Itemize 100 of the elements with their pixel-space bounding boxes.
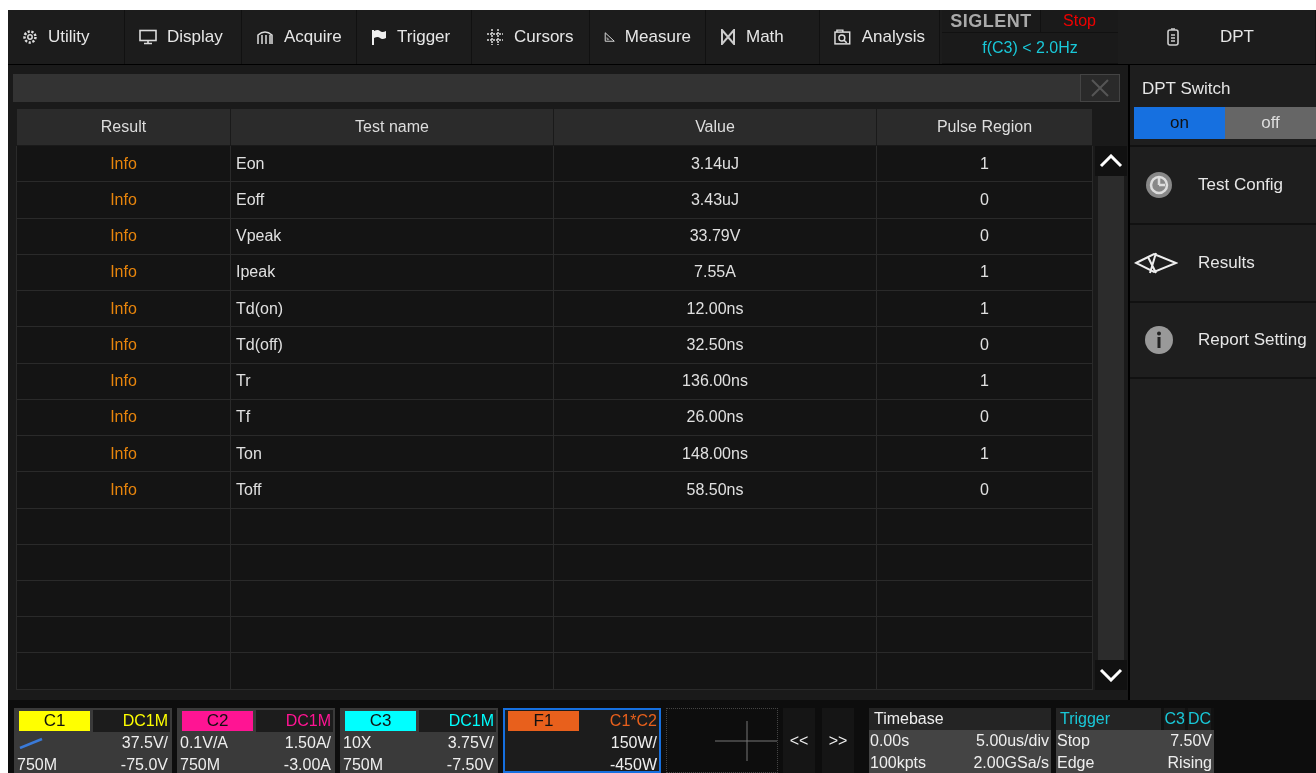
flag-icon (371, 28, 387, 45)
menu-item[interactable]: Report Setting (1130, 300, 1316, 379)
scroll-up-button[interactable] (1095, 145, 1127, 176)
channel-tag: C1 (19, 711, 90, 732)
table-cell: 33.79V (553, 218, 877, 255)
coupling-label: DC1M (93, 710, 170, 733)
table-cell: 0 (876, 326, 1093, 364)
brand-logo: SIGLENT (942, 10, 1040, 32)
chevron-down-icon (1099, 667, 1123, 682)
table-cell: 7.55A (553, 254, 877, 291)
table-cell: 1 (876, 254, 1093, 291)
table-cell: Tf (230, 399, 554, 436)
trigger-value: 7.50V (1169, 731, 1213, 752)
timebase-value: 2.00GSa/s (972, 753, 1050, 773)
switch-option[interactable]: on (1134, 106, 1225, 139)
trigger-value: Rising (1166, 753, 1213, 773)
nav-button[interactable]: >> (822, 708, 854, 773)
column-header: Result (16, 108, 231, 146)
table-cell: 1 (876, 363, 1093, 400)
timebase-value: 100kpts (869, 753, 928, 773)
table-cell: 136.00ns (553, 363, 877, 400)
probe-icon (18, 737, 44, 750)
timebase-value: 0.00s (869, 731, 911, 752)
table-cell: 12.00ns (553, 290, 877, 327)
channel-tag: F1 (508, 711, 579, 732)
offset-label: -7.50V (445, 755, 495, 773)
coupling-label: DC1M (419, 710, 496, 733)
grid-icon (486, 28, 504, 45)
result-cell: Info (16, 399, 231, 436)
close-icon (1090, 77, 1110, 98)
column-header: Test name (230, 108, 554, 146)
table-cell: 3.43uJ (553, 181, 877, 219)
info-icon (1144, 324, 1174, 355)
channel-panel[interactable]: C2 DC1M 0.1V/A 1.50A/ 750M -3.00A (177, 708, 335, 773)
result-cell: Info (16, 181, 231, 219)
table-cell: 0 (876, 471, 1093, 508)
offset-label: -450W (608, 755, 658, 773)
crosshair-icon (715, 720, 777, 761)
pillars-icon (256, 28, 274, 45)
probe-label: 0.1V/A (179, 733, 230, 754)
switch-label: DPT Switch (1141, 77, 1232, 100)
table-cell: 0 (876, 181, 1093, 219)
result-cell: Info (16, 254, 231, 291)
trigger-source: C3 (1164, 708, 1185, 731)
table-cell: 148.00ns (553, 435, 877, 472)
trigger-coupling: DC (1187, 708, 1211, 731)
nav-button[interactable]: << (783, 708, 815, 773)
scroll-down-button[interactable] (1095, 659, 1127, 690)
channel-panel[interactable]: C3 DC1M 10X 3.75V/ 750M -7.50V (340, 708, 498, 773)
trigger-title: Trigger (1056, 708, 1162, 731)
trigger-value: Edge (1056, 753, 1096, 773)
table-cell: 58.50ns (553, 471, 877, 508)
table-cell: Td(off) (230, 326, 554, 364)
result-cell: Info (16, 290, 231, 327)
table-cell: Eoff (230, 181, 554, 219)
table-cell: 32.50ns (553, 326, 877, 364)
channel-tag: C3 (345, 711, 416, 732)
table-cell: Tr (230, 363, 554, 400)
bandwidth-label: 750M (179, 755, 222, 773)
trigger-info: f(C3) < 2.0Hz (942, 33, 1118, 63)
bandwidth-label: 750M (16, 755, 59, 773)
settings-icon (22, 28, 38, 45)
triangles-icon (1134, 250, 1178, 275)
result-cell: Info (16, 471, 231, 508)
channel-panel[interactable]: C1 DC1M 37.5V/ 750M -75.0V (14, 708, 172, 773)
coupling-label: DC1M (256, 710, 333, 733)
timebase-value: 5.00us/div (975, 731, 1050, 752)
bandwidth-label: 750M (342, 755, 385, 773)
scale-label: 37.5V/ (120, 733, 169, 754)
trigger-panel[interactable]: Trigger C3 DC Stop 7.50V Edge Rising (1056, 708, 1214, 773)
chevron-up-icon (1099, 153, 1123, 168)
offset-label: -75.0V (119, 755, 169, 773)
scale-label: 1.50A/ (283, 733, 332, 754)
channel-tag: C2 (182, 711, 253, 732)
timebase-panel[interactable]: Timebase 0.00s 5.00us/div 100kpts 2.00GSa/s (869, 708, 1051, 773)
channel-panel[interactable]: F1 C1*C2 150W/ -450W (503, 708, 661, 773)
trigger-value: Stop (1056, 731, 1091, 752)
scale-label: 150W/ (609, 733, 658, 754)
result-cell: Info (16, 218, 231, 255)
table-cell: 0 (876, 399, 1093, 436)
column-header: Value (553, 108, 877, 146)
table-cell: Eon (230, 145, 554, 182)
table-cell: Td(on) (230, 290, 554, 327)
table-cell: Ton (230, 435, 554, 472)
offset-label: -3.00A (282, 755, 332, 773)
table-cell: 26.00ns (553, 399, 877, 436)
table-cell: Vpeak (230, 218, 554, 255)
scrollbar-track[interactable] (1098, 175, 1124, 660)
result-cell: Info (16, 363, 231, 400)
run-state: Stop (1041, 10, 1118, 32)
switch-option[interactable]: off (1225, 106, 1316, 139)
result-cell: Info (16, 435, 231, 472)
column-header: Pulse Region (876, 108, 1093, 146)
table-cell: Ipeak (230, 254, 554, 291)
table-cell: 0 (876, 218, 1093, 255)
clipboard-icon (1166, 27, 1180, 46)
result-cell: Info (16, 326, 231, 364)
table-cell: Toff (230, 471, 554, 508)
probe-label: 10X (342, 733, 373, 754)
result-cell: Info (16, 145, 231, 182)
